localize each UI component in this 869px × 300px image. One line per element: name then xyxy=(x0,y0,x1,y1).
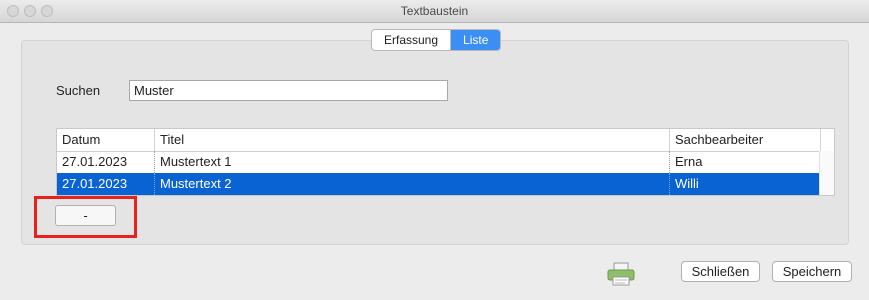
results-table: Datum Titel Sachbearbeiter 27.01.2023 Mu… xyxy=(56,128,835,196)
cell-date: 27.01.2023 xyxy=(57,151,155,173)
printer-icon[interactable] xyxy=(606,262,636,286)
cell-title: Mustertext 1 xyxy=(155,151,670,173)
cell-clerk: Willi xyxy=(670,173,821,195)
tab-erfassung[interactable]: Erfassung xyxy=(372,30,450,50)
close-button[interactable]: Schließen xyxy=(681,261,760,282)
table-scroll-column[interactable] xyxy=(819,151,834,195)
table-header: Datum Titel Sachbearbeiter xyxy=(57,129,834,152)
column-header-sachbearbeiter[interactable]: Sachbearbeiter xyxy=(670,129,821,151)
search-input[interactable]: Muster xyxy=(129,80,448,101)
search-label: Suchen xyxy=(56,83,101,98)
cell-clerk: Erna xyxy=(670,151,821,173)
column-header-titel[interactable]: Titel xyxy=(155,129,670,151)
cell-title: Mustertext 2 xyxy=(155,173,670,195)
table-row[interactable]: 27.01.2023 Mustertext 1 Erna xyxy=(57,151,821,173)
table-row-selected[interactable]: 27.01.2023 Mustertext 2 Willi xyxy=(57,173,821,195)
save-button[interactable]: Speichern xyxy=(772,261,852,282)
cell-date: 27.01.2023 xyxy=(57,173,155,195)
highlight-box xyxy=(34,196,137,238)
column-header-datum[interactable]: Datum xyxy=(57,129,155,151)
title-bar: Textbaustein xyxy=(0,0,869,23)
tab-liste[interactable]: Liste xyxy=(450,30,501,50)
tab-bar: Erfassung Liste xyxy=(371,29,502,51)
window-title: Textbaustein xyxy=(400,4,469,18)
